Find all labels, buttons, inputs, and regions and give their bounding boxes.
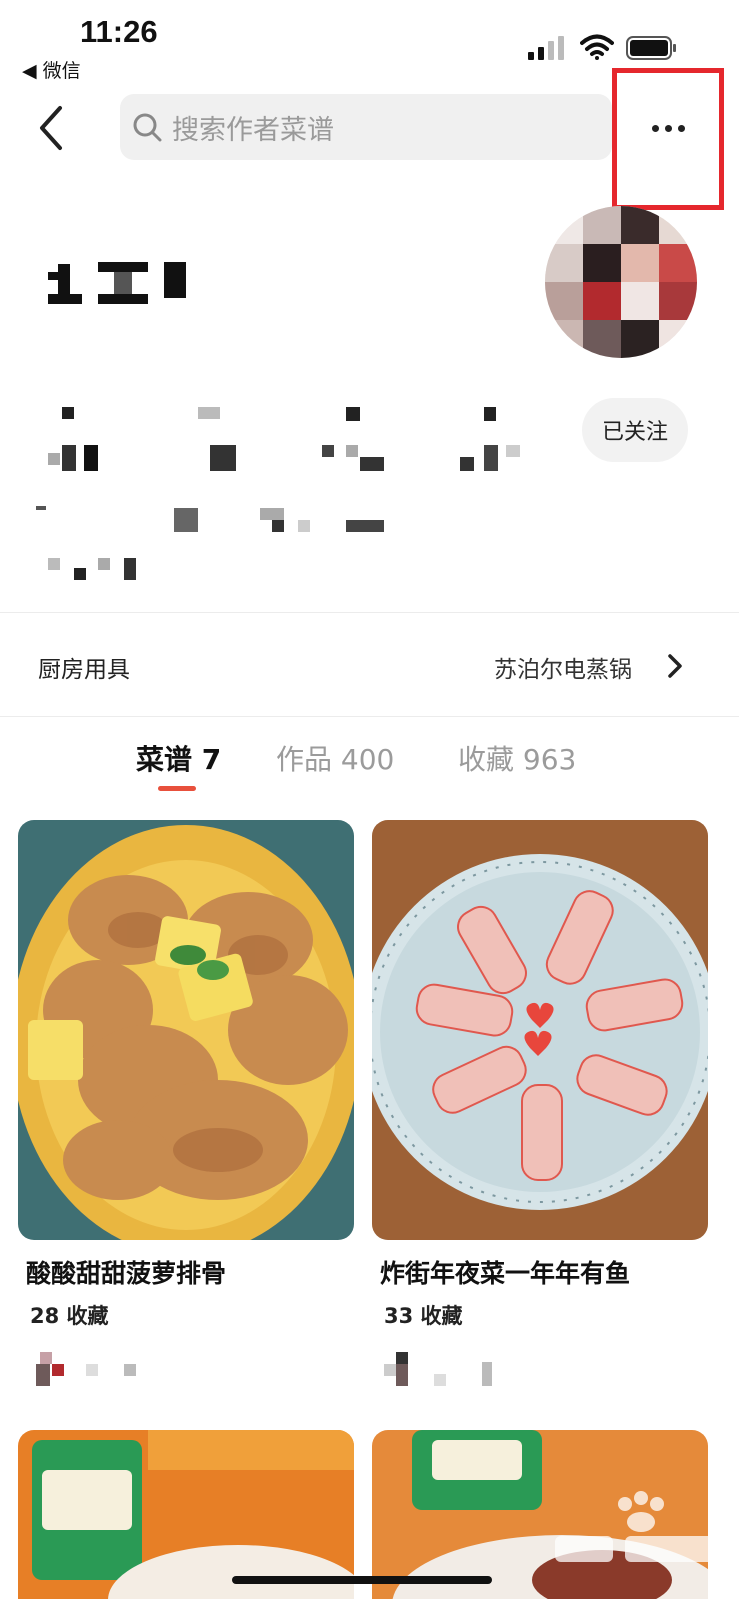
recipe-author-pixelated <box>384 1352 492 1386</box>
divider <box>0 612 739 613</box>
avatar[interactable] <box>545 206 697 358</box>
recipe-card-image[interactable] <box>372 820 708 1240</box>
recipe-author-pixelated <box>36 1352 136 1386</box>
recipe-title[interactable]: 炸街年夜菜一年年有鱼 <box>380 1254 630 1290</box>
chevron-right-icon <box>668 654 682 678</box>
divider <box>0 716 739 717</box>
wifi-icon <box>580 34 614 60</box>
kitchen-tools-value: 苏泊尔电蒸锅 <box>494 657 632 683</box>
recipe-favorites-count: 28 收藏 <box>30 1304 109 1328</box>
signal-icon <box>528 36 564 60</box>
tab-favorites[interactable]: 收藏 963 <box>458 738 576 778</box>
more-options-button[interactable] <box>612 68 724 210</box>
username-pixelated <box>48 262 186 304</box>
back-button[interactable] <box>34 104 68 152</box>
search-placeholder: 搜索作者菜谱 <box>172 114 334 146</box>
search-input[interactable]: 搜索作者菜谱 <box>120 94 612 160</box>
profile-bio-pixelated <box>36 506 384 580</box>
status-time: 11:26 <box>80 14 158 49</box>
baidu-watermark <box>555 1491 725 1562</box>
recipe-title[interactable]: 酸酸甜甜菠萝排骨 <box>26 1254 226 1290</box>
back-to-wechat[interactable]: ◀ 微信 <box>22 56 81 83</box>
follow-button[interactable]: 已关注 <box>582 398 688 462</box>
more-dots-icon <box>651 124 685 132</box>
home-indicator <box>232 1576 492 1584</box>
kitchen-tools-label: 厨房用具 <box>38 657 130 683</box>
recipe-card-image[interactable] <box>18 820 354 1240</box>
battery-icon <box>626 36 676 60</box>
profile-stats-pixelated <box>48 407 520 471</box>
recipe-favorites-count: 33 收藏 <box>384 1304 463 1328</box>
tab-recipes[interactable]: 菜谱 7 <box>136 738 221 778</box>
recipe-card-image[interactable] <box>18 1430 354 1599</box>
active-tab-indicator <box>158 786 196 791</box>
tab-works[interactable]: 作品 400 <box>276 738 394 778</box>
search-icon <box>133 113 162 142</box>
